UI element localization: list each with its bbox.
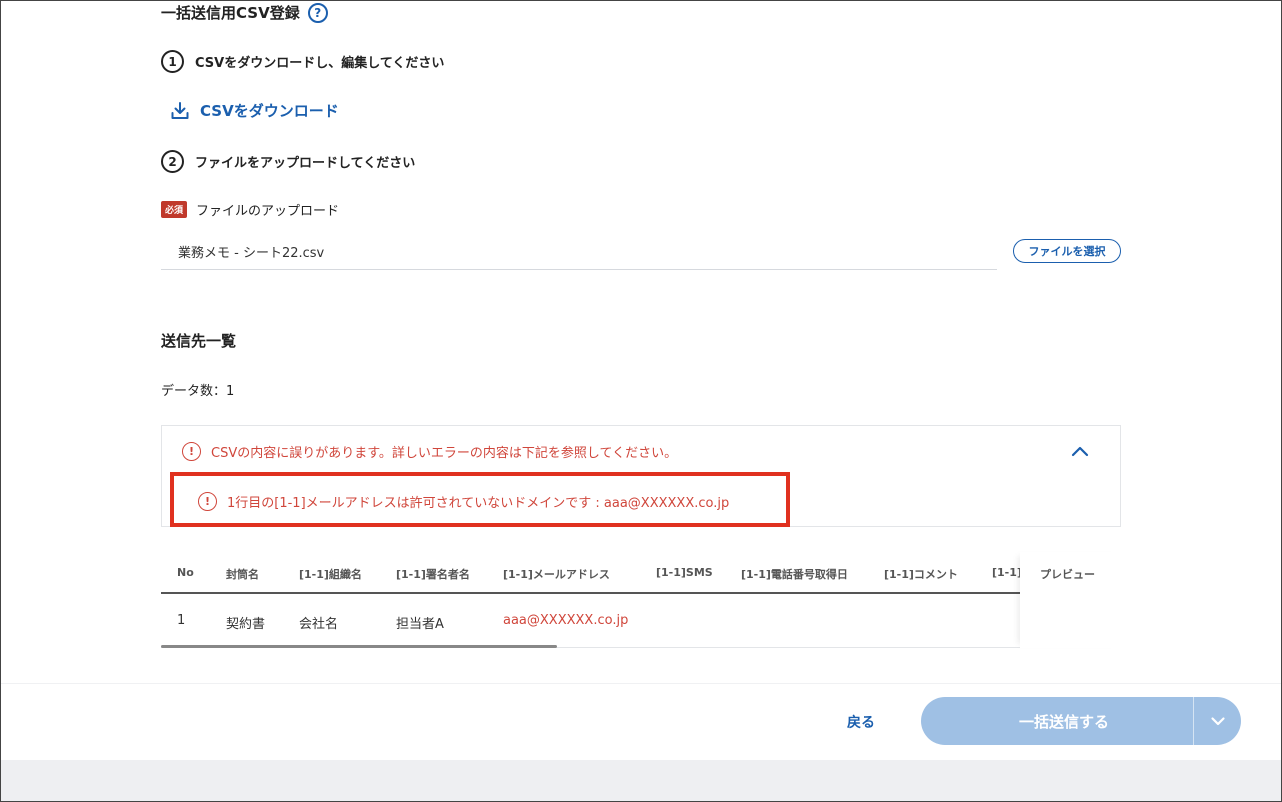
table-cell: 契約書 — [226, 617, 266, 632]
file-name-field[interactable]: 業務メモ - シート22.csv — [161, 236, 997, 270]
data-count: データ数：1 — [161, 384, 235, 399]
download-icon — [171, 101, 189, 119]
step-1-label: CSVをダウンロードし、編集してください — [195, 56, 445, 71]
preview-column: プレビュー — [1020, 552, 1121, 648]
column-header: [1-1]署名者名 — [396, 568, 470, 581]
page-background — [1, 760, 1281, 801]
chevron-up-icon[interactable] — [1068, 440, 1092, 464]
step-2-label: ファイルをアップロードしてください — [195, 156, 416, 171]
column-header: プレビュー — [1040, 568, 1095, 581]
page-title: 一括送信用CSV登録 ? — [161, 2, 328, 23]
required-badge: 必須 — [161, 201, 188, 218]
column-header: [1-1]コメント — [884, 568, 958, 581]
table-row[interactable]: 1 契約書 会社名 担当者A aaa@XXXXXX.co.jp — [161, 594, 1121, 648]
error-summary-text: CSVの内容に誤りがあります。詳しいエラーの内容は下記を参照してください。 — [211, 446, 678, 461]
select-file-button[interactable]: ファイルを選択 — [1013, 239, 1121, 263]
column-header: [1-1]メールアドレス — [503, 568, 610, 581]
horizontal-scrollbar[interactable] — [161, 645, 557, 648]
error-detail-highlight: ! 1行目の[1-1]メールアドレスは許可されていないドメインです : aaa@… — [170, 472, 790, 527]
csv-download-link[interactable]: CSVをダウンロード — [170, 100, 339, 121]
error-icon: ! — [198, 492, 217, 511]
error-detail: ! 1行目の[1-1]メールアドレスは許可されていないドメインです : aaa@… — [198, 492, 729, 511]
step-number-icon: 1 — [161, 50, 184, 73]
page-title-text: 一括送信用CSV登録 — [161, 4, 300, 22]
recipients-table: No 封筒名 [1-1]組織名 [1-1]署名者名 [1-1]メールアドレス [… — [161, 552, 1121, 648]
table-header: No 封筒名 [1-1]組織名 [1-1]署名者名 [1-1]メールアドレス [… — [161, 552, 1121, 594]
help-icon[interactable]: ? — [307, 2, 328, 23]
bulk-send-button[interactable]: 一括送信する — [921, 697, 1193, 745]
csv-download-label: CSVをダウンロード — [200, 102, 339, 120]
column-header: [1-1]電話番号取得日 — [741, 568, 848, 581]
file-name-value: 業務メモ - シート22.csv — [178, 246, 325, 261]
error-panel: ! CSVの内容に誤りがあります。詳しいエラーの内容は下記を参照してください。 … — [161, 425, 1121, 527]
upload-field-label: 必須 ファイルのアップロード — [161, 200, 339, 219]
error-icon: ! — [182, 442, 201, 461]
error-detail-text: 1行目の[1-1]メールアドレスは許可されていないドメインです : aaa@XX… — [227, 496, 730, 511]
chevron-down-icon — [1210, 717, 1225, 726]
recipients-title: 送信先一覧 — [161, 332, 237, 350]
column-header: [1-1] — [992, 566, 1022, 579]
table-cell: 担当者A — [396, 617, 444, 632]
back-button[interactable]: 戻る — [847, 712, 875, 732]
step-1: 1 CSVをダウンロードし、編集してください — [161, 50, 444, 73]
table-cell: 1 — [177, 613, 186, 628]
table-cell: 会社名 — [299, 617, 339, 632]
column-header: [1-1]SMS — [656, 566, 713, 579]
column-header: No — [177, 566, 194, 579]
send-options-button[interactable] — [1194, 697, 1241, 745]
column-header: [1-1]組織名 — [299, 568, 362, 581]
upload-label: ファイルのアップロード — [196, 204, 340, 219]
step-2: 2 ファイルをアップロードしてください — [161, 150, 415, 173]
table-cell-email: aaa@XXXXXX.co.jp — [503, 613, 629, 628]
error-summary: ! CSVの内容に誤りがあります。詳しいエラーの内容は下記を参照してください。 — [182, 442, 677, 461]
column-header: 封筒名 — [226, 568, 259, 581]
step-number-icon: 2 — [161, 150, 184, 173]
